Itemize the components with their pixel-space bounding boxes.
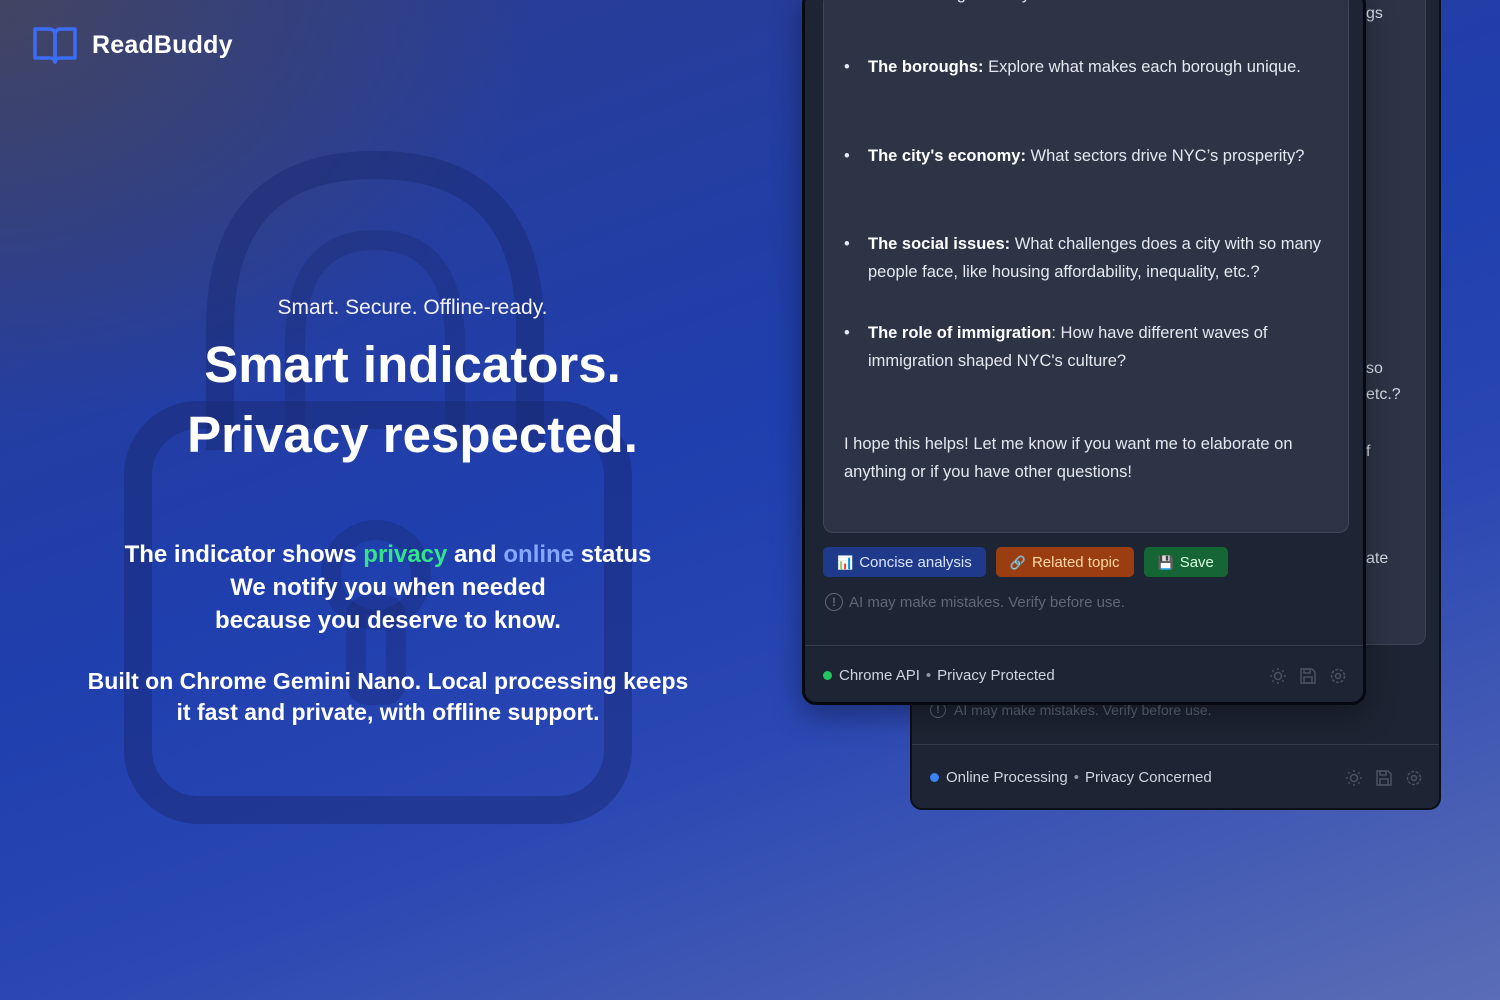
related-topic-label: Related topic [1031, 553, 1120, 571]
list-item: The role of immigration: How have differ… [844, 319, 1328, 375]
front-status-privacy: Privacy Protected [937, 667, 1055, 684]
online-highlight: online [503, 541, 575, 568]
tagline: Smart. Secure. Offline-ready. [277, 296, 548, 319]
answer-intro: settlement to a global city? [844, 0, 1039, 8]
save-label: Save [1179, 553, 1214, 571]
list-item: The boroughs: Explore what makes each bo… [844, 53, 1328, 81]
privacy-highlight: privacy [363, 541, 448, 568]
bullet-text: What sectors drive NYC’s prosperity? [1025, 147, 1305, 165]
built-on-description: Built on Chrome Gemini Nano. Local proce… [60, 666, 716, 728]
sun-icon[interactable] [1345, 769, 1363, 787]
back-text-fragment: so [1366, 360, 1383, 377]
answer-card: settlement to a global city? The borough… [823, 0, 1349, 533]
built-line-1: Built on Chrome Gemini Nano. Local proce… [87, 668, 689, 694]
save-icon[interactable] [1299, 667, 1317, 685]
save-button[interactable]: 💾 Save [1143, 547, 1228, 577]
headline-line-2: Privacy respected. [187, 406, 638, 463]
bullet-title: The social issues: [868, 235, 1011, 253]
back-status-privacy: Privacy Concerned [1085, 769, 1212, 786]
indicator-description: The indicator shows privacy and online s… [60, 538, 716, 637]
bullet-title: The boroughs: [868, 58, 984, 76]
gear-icon[interactable] [1405, 769, 1423, 787]
save-icon[interactable] [1375, 769, 1393, 787]
ai-warning-text: AI may make mistakes. Verify before use. [849, 593, 1125, 611]
open-book-icon [33, 27, 77, 64]
hero: Smart. Secure. Offline-ready. Smart indi… [60, 296, 765, 470]
front-panel-local: settlement to a global city? The borough… [802, 0, 1366, 705]
link-icon: 🔗 [1009, 554, 1026, 570]
back-status-source: Online Processing [946, 769, 1068, 786]
back-text-fragment: etc.? [1366, 386, 1401, 403]
front-status-bar: Chrome API • Privacy Protected [805, 645, 1363, 702]
logo: ReadBuddy [32, 25, 233, 65]
status-separator: • [1073, 769, 1079, 786]
list-item: The city's economy: What sectors drive N… [844, 142, 1328, 170]
bar-chart-icon: 📊 [837, 554, 854, 570]
bullet-title: The role of immigration [868, 324, 1052, 342]
action-buttons: 📊 Concise analysis 🔗 Related topic 💾 Sav… [823, 547, 1228, 577]
sun-icon[interactable] [1269, 667, 1287, 685]
online-status-dot [930, 773, 939, 782]
back-text-fragment: gs [1366, 5, 1383, 22]
back-status-bar: Online Processing • Privacy Concerned [912, 744, 1439, 808]
front-footer-icons [1269, 646, 1347, 702]
front-status-source: Chrome API [839, 667, 920, 684]
description-line-1: The indicator shows privacy and online s… [60, 538, 716, 571]
description-text: The indicator shows [124, 541, 364, 568]
lock-icon [124, 150, 632, 824]
local-status-dot [823, 671, 832, 680]
description-text: and [447, 541, 504, 568]
related-topic-button[interactable]: 🔗 Related topic [995, 547, 1134, 577]
back-text-fragment: ate [1366, 550, 1389, 567]
gear-icon[interactable] [1329, 667, 1347, 685]
headline-line-1: Smart indicators. [204, 336, 621, 393]
concise-analysis-button[interactable]: 📊 Concise analysis [823, 547, 986, 577]
answer-closing: I hope this helps! Let me know if you wa… [844, 435, 1293, 481]
ai-warning: ! AI may make mistakes. Verify before us… [825, 593, 1125, 611]
list-item: The social issues: What challenges does … [844, 230, 1328, 286]
concise-analysis-label: Concise analysis [859, 553, 972, 571]
floppy-disk-icon: 💾 [1157, 554, 1174, 570]
brand-name: ReadBuddy [92, 30, 233, 59]
built-line-2: it fast and private, with offline suppor… [176, 699, 600, 725]
warning-icon: ! [825, 593, 843, 611]
description-text: status [574, 541, 652, 568]
description-line-3: because you deserve to know. [215, 607, 561, 634]
back-text-fragment: f [1366, 443, 1371, 460]
back-footer-icons [1345, 745, 1423, 808]
bullet-title: The city's economy: [868, 147, 1026, 165]
description-line-2: We notify you when needed [230, 574, 546, 601]
status-separator: • [925, 667, 932, 684]
bullet-text: Explore what makes each borough unique. [983, 58, 1301, 76]
